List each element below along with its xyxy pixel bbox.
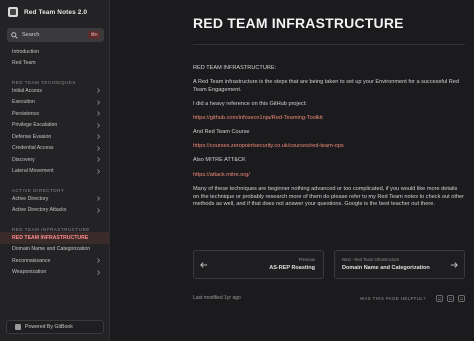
sidebar-item-credential-access[interactable]: Credential Access	[0, 143, 109, 155]
sidebar-item-domain-name[interactable]: Domain Name and Categorization	[0, 244, 109, 256]
divider	[193, 44, 465, 45]
sidebar: Red Team Notes 2.0 Search ⌘K Introductio…	[0, 0, 110, 341]
sidebar-item-introduction[interactable]: Introduction	[0, 46, 109, 58]
paragraph: A Red Team infrastructure is the steps t…	[193, 79, 460, 93]
chevron-right-icon	[97, 134, 100, 139]
sidebar-item-execution[interactable]: Execution	[0, 97, 109, 109]
chevron-right-icon	[97, 270, 100, 275]
sidebar-item-discovery[interactable]: Discovery	[0, 154, 109, 166]
feedback: WAS THIS PAGE HELPFUL?	[360, 294, 465, 302]
sad-face-icon[interactable]	[436, 294, 443, 302]
powered-by-label: Powered By GitBook	[25, 324, 73, 330]
gitbook-icon	[15, 324, 21, 330]
sidebar-section-title: RED TEAM TECHNIQUES	[12, 80, 76, 85]
paragraph: Also MITRE ATT&CK	[193, 157, 246, 164]
chevron-right-icon	[97, 258, 100, 263]
sidebar-item-initial-access[interactable]: Initial Access	[0, 85, 109, 97]
sidebar-item-reconnaissance[interactable]: Reconnaissance	[0, 255, 109, 267]
previous-meta: Previous	[298, 257, 315, 262]
sidebar-item-label: Credential Access	[12, 145, 54, 152]
next-page-card[interactable]: Next - Red Team Infrastructure Domain Na…	[334, 250, 465, 279]
main-content: RED TEAM INFRASTRUCTURE RED TEAM INFRAST…	[110, 0, 474, 341]
sidebar-item-persistence[interactable]: Persistence	[0, 108, 109, 120]
sidebar-item-label: Privilege Escalation	[12, 122, 58, 129]
search-button[interactable]: Search ⌘K	[7, 28, 104, 42]
neutral-face-icon[interactable]	[447, 294, 454, 302]
previous-page-card[interactable]: Previous AS-REP Roasting	[193, 250, 324, 279]
page-title: RED TEAM INFRASTRUCTURE	[193, 15, 404, 31]
next-meta: Next - Red Team Infrastructure	[342, 257, 400, 262]
sidebar-item-privilege-escalation[interactable]: Privilege Escalation	[0, 120, 109, 132]
github-link[interactable]: https://github.com/infosecn1nja/Red-Team…	[193, 115, 323, 121]
book-icon	[8, 7, 18, 17]
sidebar-item-active-directory-attacks[interactable]: Active Directory Attacks	[0, 205, 109, 217]
sidebar-item-label: Discovery	[12, 156, 35, 163]
paragraph: I did a heavy reference on this GitHub p…	[193, 101, 307, 108]
sidebar-item-label: RED TEAM INFRASTRUCTURE	[12, 234, 89, 241]
chevron-right-icon	[97, 169, 100, 174]
sidebar-item-defense-evasion[interactable]: Defense Evasion	[0, 131, 109, 143]
sidebar-item-red-team[interactable]: Red Team	[0, 58, 109, 70]
paragraph: Many of these techniques are beginner no…	[193, 185, 465, 208]
search-shortcut: ⌘K	[88, 31, 100, 39]
sidebar-item-label: Persistence	[12, 110, 40, 117]
chevron-right-icon	[97, 157, 100, 162]
course-link[interactable]: https://courses.zeropointsecurity.co.uk/…	[193, 143, 344, 149]
search-icon	[11, 31, 18, 39]
brand[interactable]: Red Team Notes 2.0	[8, 6, 87, 18]
sidebar-item-label: Active Directory Attacks	[12, 207, 67, 214]
sidebar-nav: Introduction Red Team RED TEAM TECHNIQUE…	[0, 46, 109, 279]
page-footer: Last modified 1yr ago WAS THIS PAGE HELP…	[193, 293, 465, 303]
happy-face-icon[interactable]	[458, 294, 465, 302]
sidebar-item-red-team-infrastructure[interactable]: RED TEAM INFRASTRUCTURE	[0, 232, 109, 244]
page-navigation: Previous AS-REP Roasting Next - Red Team…	[193, 250, 465, 279]
paragraph: And Red Team Course	[193, 129, 250, 136]
arrow-right-icon	[450, 262, 458, 268]
sidebar-item-active-directory[interactable]: Active Directory	[0, 193, 109, 205]
sidebar-section-title: RED TEAM INFRASTRUCTURE	[12, 227, 90, 232]
app-title: Red Team Notes 2.0	[24, 8, 88, 16]
chevron-right-icon	[97, 123, 100, 128]
sidebar-item-label: Execution	[12, 99, 35, 106]
next-title: Domain Name and Categorization	[342, 265, 430, 271]
sidebar-item-label: Lateral Movement	[12, 168, 54, 175]
sidebar-item-label: Weaponization	[12, 269, 47, 276]
paragraph: RED TEAM INFRASTRUCTURE:	[193, 65, 277, 71]
sidebar-item-label: Introduction	[12, 48, 40, 55]
sidebar-section-title: ACTIVE DIRECTORY	[12, 188, 65, 193]
chevron-right-icon	[97, 208, 100, 213]
sidebar-item-label: Defense Evasion	[12, 133, 52, 140]
sidebar-item-weaponization[interactable]: Weaponization	[0, 267, 109, 279]
last-modified: Last modified 1yr ago	[193, 295, 241, 301]
sidebar-item-label: Active Directory	[12, 195, 49, 202]
feedback-label: WAS THIS PAGE HELPFUL?	[360, 295, 426, 301]
chevron-right-icon	[97, 111, 100, 116]
sidebar-item-lateral-movement[interactable]: Lateral Movement	[0, 166, 109, 178]
search-label: Search	[22, 32, 40, 38]
mitre-link[interactable]: https://attack.mitre.org/	[193, 172, 250, 178]
sidebar-item-label: Domain Name and Categorization	[12, 246, 91, 253]
article-body: RED TEAM INFRASTRUCTURE: A Red Team infr…	[193, 65, 465, 216]
chevron-right-icon	[97, 146, 100, 151]
chevron-right-icon	[97, 196, 100, 201]
sidebar-item-label: Initial Access	[12, 87, 42, 94]
powered-by-gitbook-link[interactable]: Powered By GitBook	[6, 320, 104, 334]
previous-title: AS-REP Roasting	[269, 265, 315, 271]
sidebar-item-label: Red Team	[12, 60, 36, 67]
chevron-right-icon	[97, 100, 100, 105]
chevron-right-icon	[97, 88, 100, 93]
sidebar-item-label: Reconnaissance	[12, 257, 51, 264]
arrow-left-icon	[200, 262, 208, 268]
